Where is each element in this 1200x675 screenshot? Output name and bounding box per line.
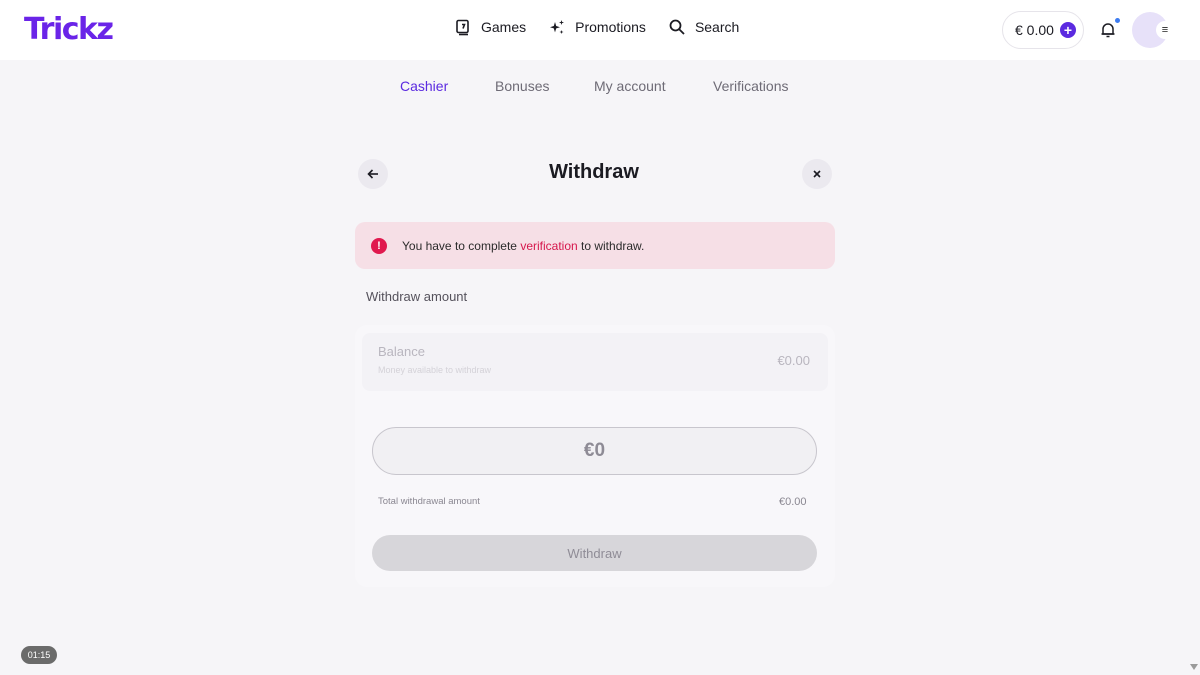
withdraw-button[interactable]: Withdraw xyxy=(372,535,817,571)
balance-pill[interactable]: € 0.00 + xyxy=(1002,11,1084,49)
close-button[interactable] xyxy=(802,159,832,189)
trickz-logo[interactable]: Trickz xyxy=(24,12,114,48)
session-timer: 01:15 xyxy=(21,646,57,664)
nav-search[interactable]: Search xyxy=(668,18,739,36)
balance-amount: € 0.00 xyxy=(1015,22,1054,38)
main-nav: Games Promotions Search xyxy=(454,18,739,36)
menu-icon[interactable]: ≡ xyxy=(1156,21,1174,39)
alert-text-before: You have to complete xyxy=(402,238,521,253)
balance-row: Balance Money available to withdraw €0.0… xyxy=(362,333,828,391)
sparkle-icon xyxy=(550,20,565,34)
top-header: Trickz Games Promotions Search € 0.00 + … xyxy=(0,0,1200,60)
verification-alert: ! You have to complete verification to w… xyxy=(355,222,835,269)
withdraw-amount-label: Withdraw amount xyxy=(366,289,468,304)
total-withdrawal-value: €0.00 xyxy=(779,496,807,508)
arrow-left-icon xyxy=(367,169,378,179)
notification-dot xyxy=(1115,18,1120,23)
balance-value: €0.00 xyxy=(777,353,810,368)
nav-games[interactable]: Games xyxy=(454,18,526,36)
tab-cashier[interactable]: Cashier xyxy=(400,78,448,94)
games-icon xyxy=(456,19,469,36)
exclamation-icon: ! xyxy=(371,237,387,254)
balance-subtext: Money available to withdraw xyxy=(378,365,492,375)
tab-my-account[interactable]: My account xyxy=(594,78,666,94)
account-tabs: Cashier Bonuses My account Verifications xyxy=(0,78,1200,98)
alert-text-after: to withdraw. xyxy=(577,238,645,253)
page-title: Withdraw xyxy=(549,161,639,183)
balance-label: Balance xyxy=(378,344,425,359)
withdraw-amount-input[interactable] xyxy=(372,427,817,475)
nav-search-label: Search xyxy=(694,19,740,35)
search-icon xyxy=(669,19,685,35)
nav-promotions-label: Promotions xyxy=(575,19,646,35)
total-withdrawal-label: Total withdrawal amount xyxy=(378,496,480,507)
back-button[interactable] xyxy=(358,159,388,189)
tab-verifications[interactable]: Verifications xyxy=(713,78,788,94)
scroll-down-arrow[interactable] xyxy=(1190,664,1198,670)
close-icon xyxy=(813,170,821,178)
nav-promotions[interactable]: Promotions xyxy=(548,18,646,36)
tab-bonuses[interactable]: Bonuses xyxy=(495,78,549,94)
nav-games-label: Games xyxy=(481,19,527,35)
verification-link[interactable]: verification xyxy=(520,239,577,253)
plus-icon[interactable]: + xyxy=(1059,22,1076,38)
alert-message: You have to complete verification to wit… xyxy=(402,239,644,253)
account-menu[interactable]: ≡ xyxy=(1132,12,1176,48)
bell-icon[interactable] xyxy=(1099,21,1117,39)
